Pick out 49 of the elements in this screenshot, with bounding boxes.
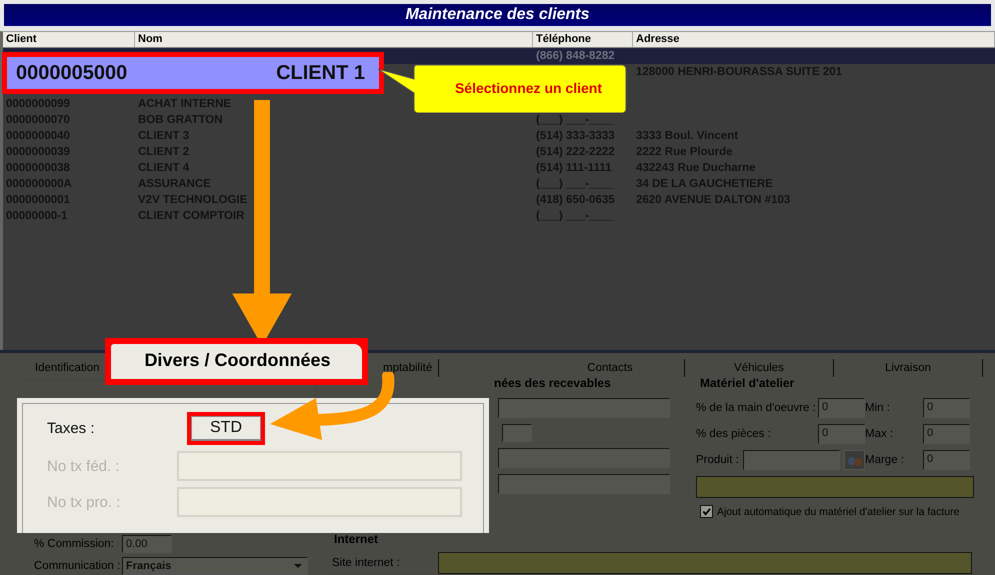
lookup-button[interactable]: [844, 450, 865, 470]
field-label: Site internet :: [332, 557, 401, 569]
column-header[interactable]: Client: [3, 32, 135, 47]
group-title: Internet: [332, 532, 380, 546]
tab[interactable]: Divers / Coordonnées: [111, 344, 362, 379]
input-field[interactable]: [502, 424, 532, 442]
group-title: nées des recevables: [492, 376, 613, 390]
field-label: % de la main d'oeuvre :: [696, 402, 817, 414]
callout-tooltip: Sélectionnez un client: [378, 63, 628, 113]
table-cell: (___) ___-____: [536, 178, 615, 190]
tab[interactable]: mptabilité: [377, 359, 440, 377]
input-field[interactable]: 0: [923, 424, 970, 444]
tab[interactable]: Livraison: [834, 359, 983, 377]
field-label: % Commission:: [34, 538, 115, 550]
caret-icon: [293, 563, 303, 569]
field-label: Taxes :: [47, 420, 96, 437]
field-label: Max :: [865, 428, 894, 440]
input-field[interactable]: [498, 398, 670, 418]
taxes-button[interactable]: STD: [191, 416, 261, 441]
column-header[interactable]: Nom: [135, 32, 533, 47]
column-header[interactable]: Adresse: [633, 32, 995, 47]
group-title: Matériel d'atelier: [698, 376, 796, 390]
dropdown[interactable]: Français: [122, 557, 308, 575]
field-label: Produit :: [696, 454, 739, 466]
input-field[interactable]: [742, 450, 840, 470]
input-field[interactable]: [498, 448, 670, 468]
input-field[interactable]: [498, 474, 670, 494]
table-cell: (866) 848-8282: [536, 50, 615, 62]
input-field[interactable]: 0: [818, 398, 865, 418]
input-field[interactable]: 0: [923, 450, 970, 470]
input-field[interactable]: 0: [923, 398, 970, 418]
field-label: No tx pro. :: [47, 494, 122, 510]
input-field[interactable]: 0.00: [122, 535, 172, 553]
window-title: Maintenance des clients: [4, 4, 991, 26]
field-label: Communication :: [34, 560, 118, 572]
field-label: % des pièces :: [696, 428, 772, 440]
checkbox-label: Ajout automatique du matériel d'atelier sur la facture: [717, 506, 960, 518]
client-number: 0000005000: [16, 62, 128, 84]
table-cell: (___) ___-____: [536, 210, 615, 222]
field-label: No tx féd. :: [47, 458, 121, 474]
checkbox[interactable]: [700, 505, 713, 518]
input-field[interactable]: [438, 552, 972, 574]
client-name: CLIENT 1: [276, 62, 365, 84]
column-header[interactable]: Téléphone: [533, 32, 633, 47]
tab[interactable]: Identification: [28, 359, 106, 377]
input-field[interactable]: 0: [818, 424, 865, 444]
field-label: Min :: [865, 402, 891, 414]
table-cell: (___) ___-____: [536, 114, 615, 126]
field-label: Marge :: [865, 454, 905, 466]
